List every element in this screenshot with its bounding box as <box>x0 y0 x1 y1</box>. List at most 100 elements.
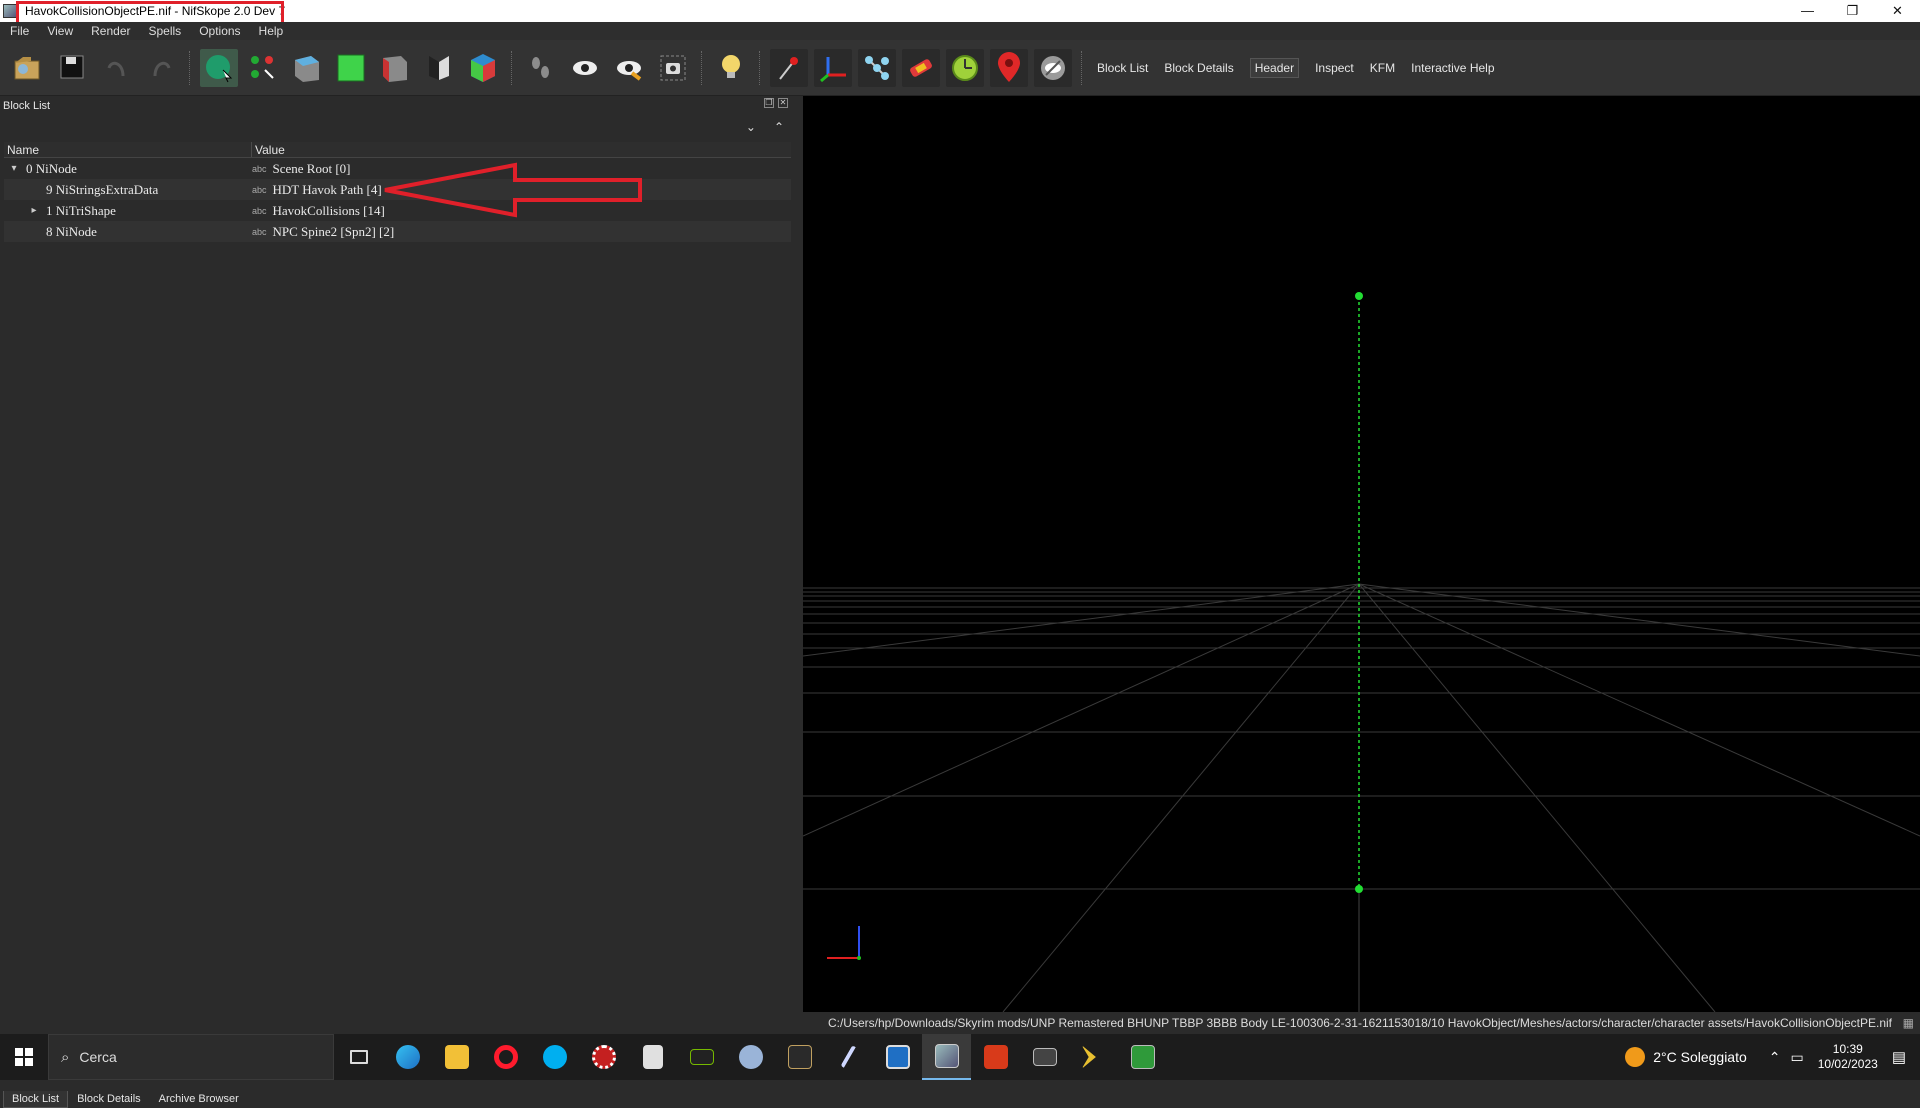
f-app-icon[interactable] <box>971 1034 1020 1080</box>
redo-icon[interactable] <box>142 49 180 87</box>
node-point <box>1355 292 1363 300</box>
toggle-header[interactable]: Header <box>1249 57 1300 78</box>
show-markers-icon[interactable] <box>990 48 1028 87</box>
row-value: HDT Havok Path [4] <box>272 181 382 197</box>
nvidia-app-icon[interactable] <box>677 1034 726 1080</box>
toggle-block-details[interactable]: Block Details <box>1164 61 1233 75</box>
toggle-block-list[interactable]: Block List <box>1097 61 1148 75</box>
footprints-icon[interactable] <box>522 49 560 87</box>
weather-text[interactable]: 2°C Soleggiato <box>1653 1049 1747 1065</box>
main-toolbar: Block List Block Details Header Inspect … <box>0 40 1920 96</box>
close-pane-icon[interactable]: ✕ <box>778 98 788 108</box>
gear-app-icon[interactable] <box>579 1034 628 1080</box>
show-constraints-icon[interactable] <box>770 48 808 87</box>
expand-arrow-icon[interactable]: ▾ <box>8 163 20 174</box>
window-app-icon[interactable] <box>873 1034 922 1080</box>
nifskope-taskbar-icon[interactable] <box>922 1034 971 1080</box>
opera-browser-icon[interactable] <box>481 1034 530 1080</box>
row-name-cell: ▸ 1 NiTriShape <box>4 203 252 219</box>
paint-app-icon[interactable] <box>726 1034 775 1080</box>
tab-archive-browser[interactable]: Archive Browser <box>150 1090 248 1108</box>
windows-logo-icon <box>15 1048 33 1066</box>
menu-help[interactable]: Help <box>259 24 284 38</box>
tree-header: Name Value <box>4 142 791 158</box>
menu-file[interactable]: File <box>10 24 29 38</box>
tray-overflow-icon[interactable]: ⌃ <box>1769 1049 1781 1066</box>
row-value: NPC Spine2 [Spn2] [2] <box>272 223 395 239</box>
show-marker-icon[interactable] <box>610 49 648 87</box>
tree-row[interactable]: 8 NiNode abc NPC Spine2 [Spn2] [2] <box>4 221 791 242</box>
task-view-icon[interactable] <box>334 1034 383 1080</box>
chart-app-icon[interactable] <box>1118 1034 1167 1080</box>
collapse-all-icon[interactable]: ⌃ <box>774 120 784 134</box>
clock-date: 10/02/2023 <box>1817 1057 1878 1071</box>
resize-grip-icon[interactable]: ▦ <box>1903 1016 1914 1030</box>
string-icon: abc <box>252 163 267 174</box>
pane-title-buttons: ❐ ✕ <box>764 98 788 108</box>
taskbar-search[interactable]: ⌕ Cerca <box>48 1034 334 1080</box>
load-icon[interactable] <box>10 49 48 87</box>
expand-all-icon[interactable]: ⌄ <box>746 120 756 134</box>
search-icon: ⌕ <box>61 1048 70 1066</box>
show-axes-icon[interactable] <box>814 48 852 87</box>
skype-icon[interactable] <box>530 1034 579 1080</box>
pen-app-icon[interactable] <box>824 1034 873 1080</box>
toggle-inspect[interactable]: Inspect <box>1315 61 1354 75</box>
arrow-app-icon[interactable] <box>1069 1034 1118 1080</box>
save-icon[interactable] <box>54 49 92 87</box>
app-k-icon[interactable] <box>775 1034 824 1080</box>
show-collision-icon[interactable] <box>902 48 940 87</box>
edge-browser-icon[interactable] <box>383 1034 432 1080</box>
view-top-icon[interactable] <box>288 49 326 87</box>
toolbar-separator <box>189 50 191 85</box>
show-hidden-icon[interactable] <box>566 49 604 87</box>
string-icon: abc <box>252 184 267 195</box>
column-header-value[interactable]: Value <box>252 142 791 157</box>
menu-options[interactable]: Options <box>199 24 240 38</box>
menu-bar: File View Render Spells Options Help <box>0 22 1920 40</box>
people-app-icon[interactable] <box>628 1034 677 1080</box>
view-user-icon[interactable] <box>464 49 502 87</box>
select-vertex-icon[interactable] <box>244 49 282 87</box>
menu-spells[interactable]: Spells <box>149 24 182 38</box>
show-nodes-icon[interactable] <box>858 48 896 87</box>
network-icon[interactable]: ▭ <box>1791 1049 1804 1066</box>
lighting-icon[interactable] <box>712 49 750 87</box>
menu-render[interactable]: Render <box>91 24 130 38</box>
app-icon[interactable] <box>3 4 17 18</box>
start-button[interactable] <box>0 1034 48 1080</box>
restore-button[interactable]: ❐ <box>1830 0 1875 22</box>
column-header-name[interactable]: Name <box>4 142 252 157</box>
select-object-icon[interactable] <box>200 48 238 87</box>
view-walk-icon[interactable] <box>420 49 458 87</box>
show-furniture-icon[interactable] <box>946 48 984 87</box>
toggle-kfm[interactable]: KFM <box>1370 61 1395 75</box>
taskbar-clock[interactable]: 10:39 10/02/2023 <box>1818 1042 1878 1072</box>
toolbar-separator <box>759 50 761 85</box>
view-front-icon[interactable] <box>332 49 370 87</box>
expand-arrow-icon[interactable]: ▸ <box>28 205 40 216</box>
tab-block-list[interactable]: Block List <box>3 1091 69 1108</box>
left-dock-tabs: Block List Block Details Archive Browser <box>0 1088 798 1108</box>
minimize-button[interactable]: — <box>1785 0 1830 22</box>
laptop-app-icon[interactable] <box>1020 1034 1069 1080</box>
toggle-interactive-help[interactable]: Interactive Help <box>1411 61 1494 75</box>
hide-icon[interactable] <box>1034 48 1072 87</box>
undo-icon[interactable] <box>98 49 136 87</box>
view-side-icon[interactable] <box>376 49 414 87</box>
file-explorer-icon[interactable] <box>432 1034 481 1080</box>
menu-view[interactable]: View <box>47 24 73 38</box>
row-name-cell: 8 NiNode <box>4 224 252 240</box>
float-pane-icon[interactable]: ❐ <box>764 98 774 108</box>
tab-block-details[interactable]: Block Details <box>68 1090 150 1108</box>
close-button[interactable]: ✕ <box>1875 0 1920 22</box>
tree-expand-controls: ⌄ ⌃ <box>746 120 784 134</box>
screenshot-icon[interactable] <box>654 49 692 87</box>
render-viewport[interactable] <box>803 96 1920 1012</box>
annotation-arrow <box>384 162 642 218</box>
clock-time: 10:39 <box>1832 1042 1863 1056</box>
row-name: 8 NiNode <box>46 223 97 239</box>
windows-taskbar: ⌕ Cerca 2°C Soleggiato ⌃ ▭ 10:39 10/02/2… <box>0 1034 1920 1080</box>
notification-center-icon[interactable]: ▤ <box>1892 1048 1906 1066</box>
weather-icon[interactable] <box>1625 1047 1646 1067</box>
